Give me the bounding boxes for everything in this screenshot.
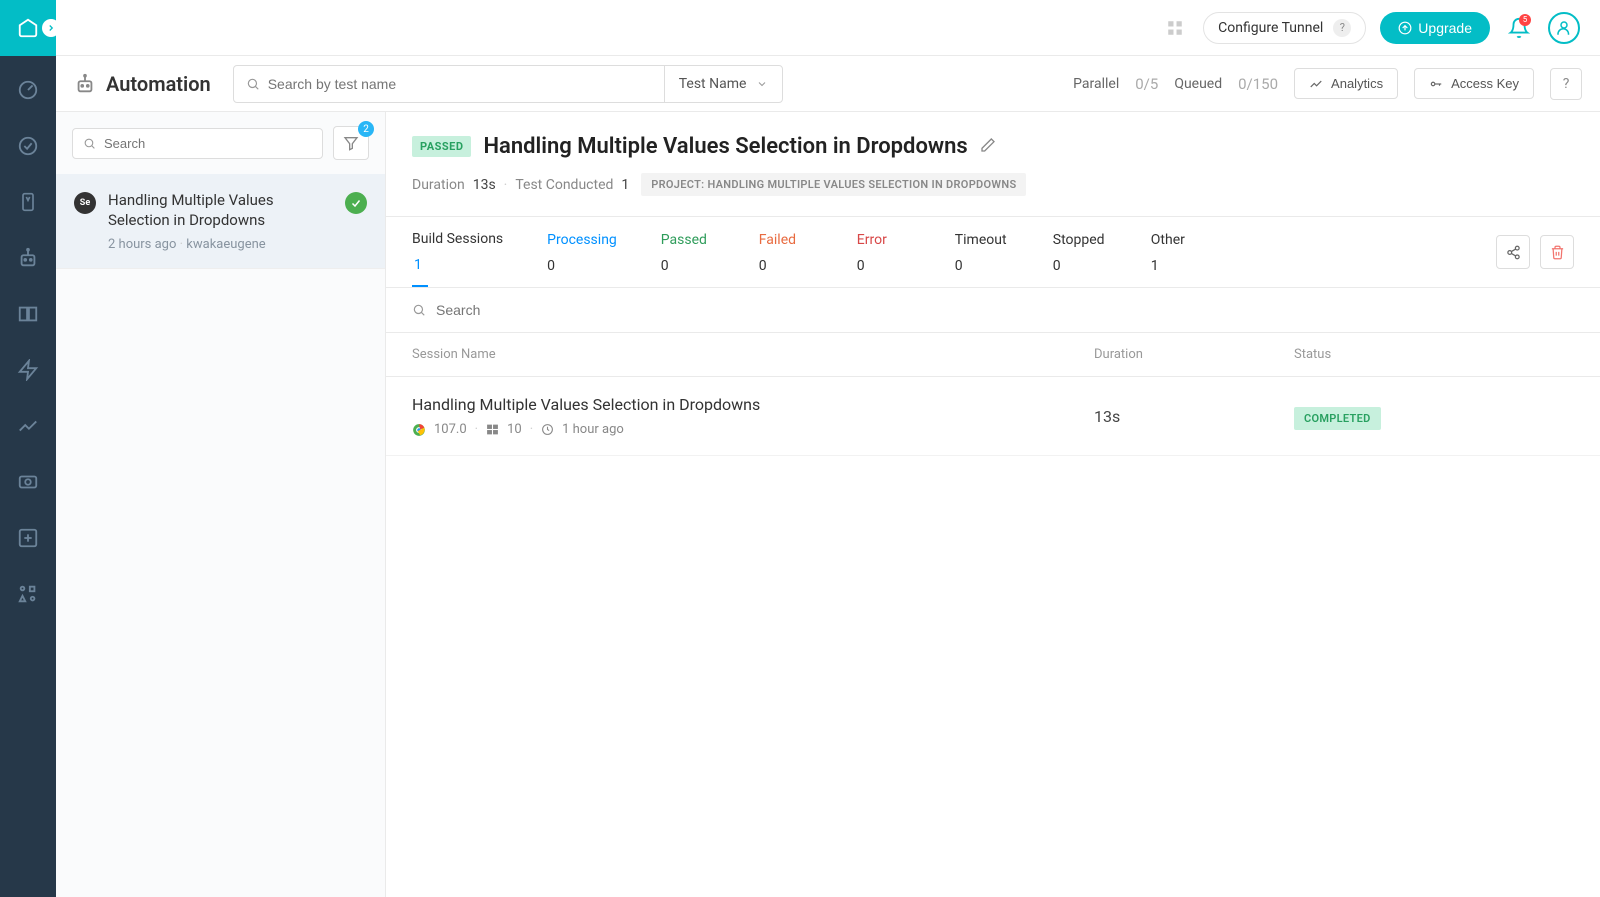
parallel-label: Parallel (1073, 76, 1119, 92)
analytics-button[interactable]: Analytics (1294, 68, 1398, 99)
share-icon (1506, 245, 1521, 260)
nav-device-icon[interactable] (14, 188, 42, 216)
share-button[interactable] (1496, 235, 1530, 269)
upgrade-icon (1398, 21, 1412, 35)
detail-panel: PASSED Handling Multiple Values Selectio… (386, 112, 1600, 897)
session-meta: 107.0 · 10 · 1 hour ago (412, 422, 1094, 437)
session-search-wrap[interactable] (386, 288, 1600, 333)
user-icon (1555, 19, 1573, 37)
nav-realtime-icon[interactable] (14, 132, 42, 160)
detail-title: Handling Multiple Values Selection in Dr… (483, 134, 967, 159)
logo-icon (17, 17, 39, 39)
windows-icon (486, 423, 499, 436)
search-input-wrap[interactable] (234, 66, 664, 102)
tab-other[interactable]: Other 1 (1151, 218, 1205, 286)
notification-count: 5 (1519, 14, 1531, 26)
left-nav (0, 56, 56, 897)
access-key-button[interactable]: Access Key (1414, 68, 1534, 99)
analytics-label: Analytics (1331, 76, 1383, 91)
duration-label: Duration (412, 177, 465, 193)
session-table-header: Session Name Duration Status (386, 333, 1600, 377)
tab-build-sessions[interactable]: Build Sessions 1 (412, 217, 503, 287)
configure-tunnel-label: Configure Tunnel (1218, 20, 1323, 36)
pencil-icon (980, 137, 996, 153)
conducted-value: 1 (621, 177, 629, 193)
filter-button[interactable]: 2 (333, 126, 369, 160)
tab-processing[interactable]: Processing 0 (547, 218, 617, 286)
col-status: Status (1294, 347, 1574, 362)
status-badge: PASSED (412, 136, 471, 157)
notification-button[interactable]: 5 (1504, 13, 1534, 43)
clock-icon (541, 423, 554, 436)
robot-icon (74, 73, 96, 95)
analytics-icon (1309, 77, 1323, 91)
status-tabs: Build Sessions 1 Processing 0 Passed 0 F… (386, 216, 1600, 288)
test-list-panel: 2 Se Handling Multiple Values Selection … (56, 112, 386, 897)
filter-count: 2 (358, 121, 374, 137)
list-search-wrap[interactable] (72, 128, 323, 159)
test-item-title: Handling Multiple Values Selection in Dr… (108, 190, 333, 231)
session-duration: 13s (1094, 407, 1120, 426)
selenium-icon: Se (74, 192, 96, 214)
top-header: Configure Tunnel ? Upgrade 5 (0, 0, 1600, 56)
col-duration: Duration (1094, 347, 1294, 362)
key-icon (1429, 77, 1443, 91)
apps-grid-icon[interactable] (1161, 14, 1189, 42)
test-name-label: Test Name (679, 76, 747, 92)
chevron-down-icon (756, 78, 768, 90)
test-item-meta: 2 hours ago · kwakaeugene (108, 237, 333, 252)
queued-value: 0/150 (1238, 75, 1278, 93)
nav-more-icon[interactable] (14, 580, 42, 608)
search-input[interactable] (268, 76, 652, 92)
profile-button[interactable] (1548, 12, 1580, 44)
duration-value: 13s (473, 177, 496, 193)
queued-label: Queued (1174, 76, 1222, 92)
chrome-icon (412, 423, 426, 437)
trash-icon (1550, 245, 1565, 260)
configure-tunnel-button[interactable]: Configure Tunnel ? (1203, 12, 1366, 44)
col-session-name: Session Name (412, 347, 1094, 362)
nav-compare-icon[interactable] (14, 300, 42, 328)
session-search-input[interactable] (436, 302, 1574, 318)
conducted-label: Test Conducted (515, 177, 613, 193)
search-icon (412, 303, 426, 317)
list-search-input[interactable] (104, 136, 312, 151)
parallel-value: 0/5 (1135, 75, 1158, 93)
filter-icon (343, 135, 359, 151)
tab-failed[interactable]: Failed 0 (759, 218, 813, 286)
tab-passed[interactable]: Passed 0 (661, 218, 715, 286)
tab-timeout[interactable]: Timeout 0 (955, 218, 1009, 286)
page-title: Automation (74, 72, 211, 96)
tab-error[interactable]: Error 0 (857, 218, 911, 286)
search-icon (83, 137, 96, 150)
sub-header: Automation Test Name Parallel 0/5 Queued… (56, 56, 1600, 112)
help-icon: ? (1333, 19, 1351, 37)
nav-automation-icon[interactable] (14, 244, 42, 272)
nav-screenshot-icon[interactable] (14, 468, 42, 496)
access-key-label: Access Key (1451, 76, 1519, 91)
edit-title-button[interactable] (980, 137, 996, 157)
upgrade-label: Upgrade (1418, 20, 1472, 36)
nav-hypertest-icon[interactable] (14, 356, 42, 384)
session-name: Handling Multiple Values Selection in Dr… (412, 395, 1094, 414)
search-icon (246, 77, 260, 91)
test-name-select[interactable]: Test Name (664, 66, 783, 102)
session-row[interactable]: Handling Multiple Values Selection in Dr… (386, 377, 1600, 456)
page-title-text: Automation (106, 72, 211, 96)
tab-stopped[interactable]: Stopped 0 (1053, 218, 1107, 286)
logo[interactable] (0, 0, 56, 56)
upgrade-button[interactable]: Upgrade (1380, 12, 1490, 44)
delete-button[interactable] (1540, 235, 1574, 269)
session-status-badge: COMPLETED (1294, 407, 1381, 430)
nav-analytics-icon[interactable] (14, 412, 42, 440)
help-button[interactable]: ? (1550, 68, 1582, 100)
logo-badge-icon (42, 19, 60, 37)
check-icon (345, 192, 367, 214)
nav-add-icon[interactable] (14, 524, 42, 552)
test-list-item[interactable]: Se Handling Multiple Values Selection in… (56, 174, 385, 269)
project-tag: PROJECT: HANDLING MULTIPLE VALUES SELECT… (641, 173, 1026, 196)
nav-dashboard-icon[interactable] (14, 76, 42, 104)
